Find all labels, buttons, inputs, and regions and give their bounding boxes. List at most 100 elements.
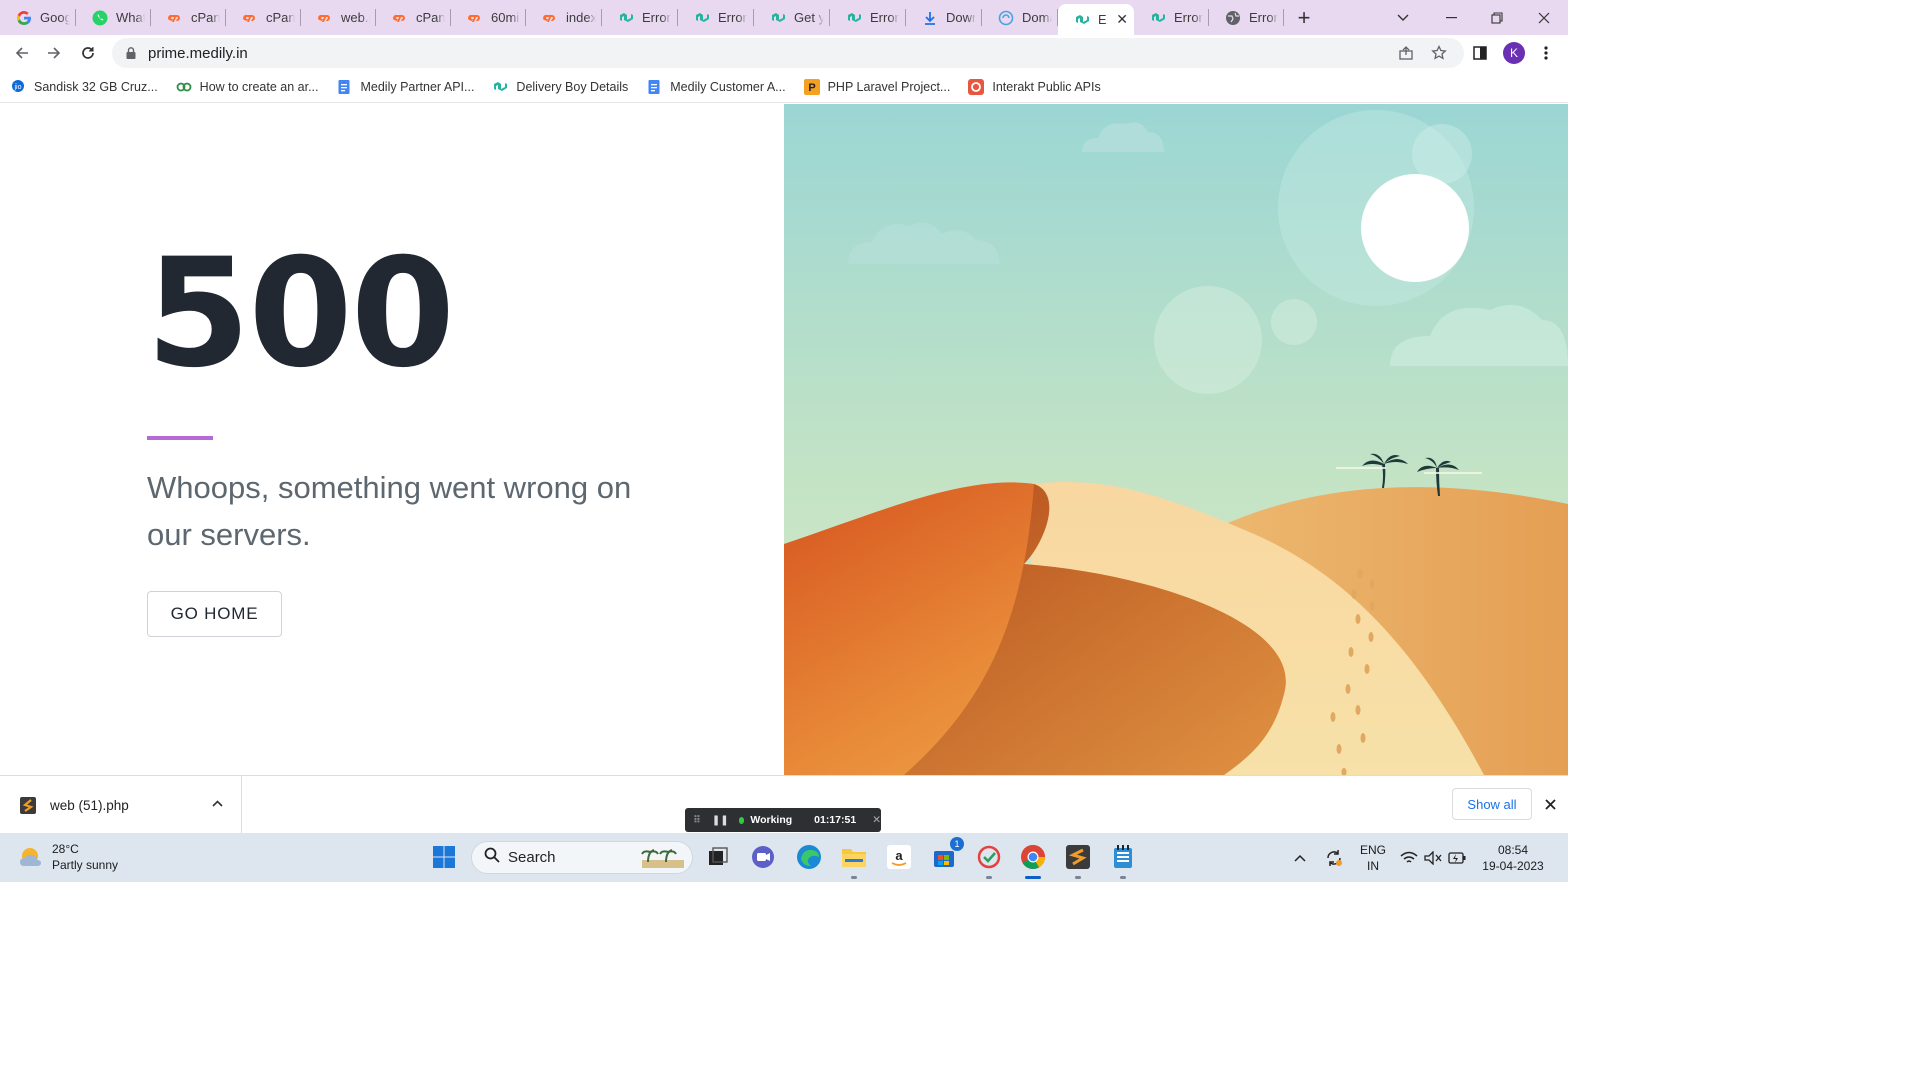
browser-tab[interactable]: cPanel xyxy=(376,0,451,35)
browser-tab[interactable]: Error xyxy=(678,0,754,35)
browser-tab[interactable]: index.l xyxy=(526,0,602,35)
tab-title: web.php xyxy=(341,10,370,25)
new-tab-button[interactable]: + xyxy=(1284,0,1324,35)
bookmark-item[interactable]: Medily Customer A... xyxy=(646,79,786,95)
bookmark-label: Sandisk 32 GB Cruz... xyxy=(34,79,158,94)
docs-icon xyxy=(646,79,662,95)
close-tab-icon[interactable]: ✕ xyxy=(1116,11,1128,28)
share-icon[interactable] xyxy=(1398,45,1414,61)
input-language-button[interactable]: ENG IN xyxy=(1356,833,1390,882)
bookmark-item[interactable]: Medily Partner API... xyxy=(336,79,474,95)
menu-button[interactable] xyxy=(1532,39,1560,67)
close-shelf-button[interactable] xyxy=(1540,792,1560,816)
close-window-button[interactable] xyxy=(1521,0,1567,35)
weather-widget[interactable]: 28°C Partly sunny xyxy=(18,841,118,873)
side-panel-icon xyxy=(1473,46,1487,60)
tab-title: Error xyxy=(718,10,747,25)
bookmark-star-icon[interactable] xyxy=(1431,45,1447,61)
reload-button[interactable] xyxy=(72,37,104,69)
browser-tab[interactable]: Error xyxy=(1134,0,1209,35)
windows-icon xyxy=(433,846,455,868)
browser-tab[interactable]: Get yo xyxy=(754,0,830,35)
forward-button[interactable] xyxy=(38,37,70,69)
cpanel-icon xyxy=(542,10,558,26)
tab-title: Error xyxy=(1249,10,1278,25)
minimize-button[interactable] xyxy=(1428,0,1474,35)
close-icon xyxy=(1544,798,1556,810)
battery-icon xyxy=(1448,851,1466,864)
browser-tab[interactable]: Google xyxy=(0,0,76,35)
cpanel-icon xyxy=(317,10,333,26)
bookmark-item[interactable]: How to create an ar... xyxy=(176,79,318,95)
back-button[interactable] xyxy=(6,37,38,69)
bookmark-item[interactable]: Delivery Boy Details xyxy=(492,79,628,95)
address-bar[interactable]: prime.medily.in xyxy=(112,38,1464,68)
show-hidden-icons-button[interactable] xyxy=(1288,833,1312,882)
interakt-icon xyxy=(968,78,985,95)
tab-title: index.l xyxy=(566,10,596,25)
browser-tab[interactable]: cPanel xyxy=(151,0,226,35)
bookmark-label: PHP Laravel Project... xyxy=(827,79,951,94)
bookmark-item[interactable]: jio Sandisk 32 GB Cruz... xyxy=(10,79,158,95)
search-icon xyxy=(484,847,500,868)
chevron-up-icon[interactable] xyxy=(212,796,223,810)
bookmarks-bar: jio Sandisk 32 GB Cruz... How to create an… xyxy=(0,71,1568,103)
store-button[interactable]: 1 xyxy=(928,837,964,873)
tab-title: cPanel xyxy=(416,10,445,25)
browser-tab[interactable]: Err ✕ xyxy=(1058,4,1134,35)
chrome-icon xyxy=(1021,845,1045,870)
file-explorer-button[interactable] xyxy=(838,841,870,879)
close-icon[interactable]: ✕ xyxy=(872,814,881,826)
browser-tab[interactable]: Error xyxy=(830,0,906,35)
browser-tab[interactable]: Downl xyxy=(906,0,982,35)
tab-title: Downl xyxy=(946,10,976,25)
bookmark-item[interactable]: P PHP Laravel Project... xyxy=(803,78,951,95)
task-view-icon xyxy=(709,847,728,865)
sublime-icon xyxy=(1066,845,1090,869)
tab-title: Err xyxy=(1098,12,1108,27)
svg-text:jio: jio xyxy=(13,84,21,91)
browser-tab[interactable]: Error xyxy=(1209,0,1284,35)
side-panel-button[interactable] xyxy=(1466,39,1494,67)
start-button[interactable] xyxy=(428,841,460,873)
drag-handle-icon[interactable]: ⠿ xyxy=(693,815,706,826)
bookmark-label: Medily Partner API... xyxy=(360,79,475,94)
quick-settings-button[interactable] xyxy=(1398,833,1468,882)
restore-button[interactable] xyxy=(1474,0,1520,35)
search-highlight-icon xyxy=(641,849,684,868)
bookmark-item[interactable]: Interakt Public APIs xyxy=(968,78,1101,95)
ticktick-button[interactable] xyxy=(973,841,1005,879)
browser-tab[interactable]: cPanel xyxy=(226,0,301,35)
language-code: ENG xyxy=(1359,842,1386,857)
sync-tray-button[interactable] xyxy=(1320,833,1348,882)
notepad-button[interactable] xyxy=(1107,841,1139,879)
browser-tab[interactable]: WhatsApp xyxy=(76,0,151,35)
clock-date: 19-04-2023 xyxy=(1482,858,1544,873)
browser-tab[interactable]: web.php xyxy=(301,0,376,35)
chrome-button[interactable] xyxy=(1017,841,1049,879)
sublime-text-button[interactable] xyxy=(1062,841,1094,879)
teams-chat-button[interactable] xyxy=(747,841,779,873)
browser-tab[interactable]: 60min xyxy=(451,0,526,35)
tab-search-button[interactable] xyxy=(1380,0,1426,35)
laravel-icon xyxy=(618,10,634,26)
clock-button[interactable]: 08:54 19-04-2023 xyxy=(1478,833,1548,882)
show-all-button[interactable]: Show all xyxy=(1452,788,1532,820)
lock-icon xyxy=(126,47,136,59)
edge-button[interactable] xyxy=(793,841,825,873)
clock-time: 08:54 xyxy=(1497,842,1529,857)
browser-tab[interactable]: Error xyxy=(602,0,678,35)
amazon-button[interactable]: a xyxy=(883,841,915,873)
profile-button[interactable]: K xyxy=(1500,39,1528,67)
notification-badge: 1 xyxy=(950,837,964,851)
error-content: 500 Whoops, something went wrong on our … xyxy=(0,104,784,775)
browser-tab[interactable]: Doma xyxy=(982,0,1058,35)
task-view-button[interactable] xyxy=(702,841,734,873)
windows-taskbar: 28°C Partly sunny Search a 1 ENG IN 08:5… xyxy=(0,833,1568,882)
tab-title: Error xyxy=(870,10,899,25)
volume-muted-icon xyxy=(1424,850,1442,865)
download-item[interactable]: web (51).php xyxy=(0,776,242,834)
taskbar-search[interactable]: Search xyxy=(471,841,693,874)
go-home-button[interactable]: GO HOME xyxy=(147,591,282,637)
pause-icon[interactable]: ❚❚ xyxy=(712,815,729,826)
